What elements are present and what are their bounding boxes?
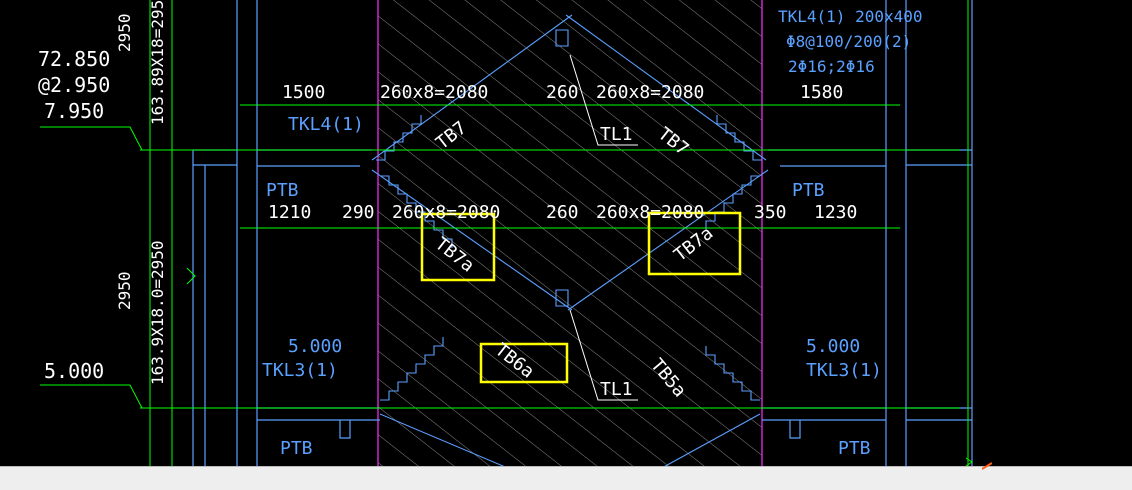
lower-dim-run-left: 260x8=2080 xyxy=(392,202,500,223)
vdim-lower-height: 2950 xyxy=(115,271,134,310)
elevation-upper-1: 72.850 xyxy=(38,47,110,71)
label-ptb-upper-left: PTB xyxy=(266,180,299,201)
elevation-upper-3: 7.950 xyxy=(44,99,104,123)
lower-dim-gap-left: 290 xyxy=(342,202,375,223)
vdim-lower-steps: 163.9X18.0=2950 xyxy=(148,241,167,386)
upper-dim-run-left: 260x8=2080 xyxy=(380,82,488,103)
label-tl1-upper: TL1 xyxy=(600,124,633,145)
lower-dim-mid: 260 xyxy=(546,202,579,223)
vdim-upper-steps: 163.89X18=2950 xyxy=(148,0,167,125)
label-ptb-upper-right: PTB xyxy=(792,180,825,201)
elevation-upper-2: @2.950 xyxy=(38,73,110,97)
upper-dim-left: 1500 xyxy=(282,82,325,103)
vdim-upper-height: 2950 xyxy=(115,13,134,52)
cursor-marker-icon xyxy=(982,462,992,470)
label-tkl3-right: TKL3(1) xyxy=(806,360,882,381)
label-slab-elev-right: 5.000 xyxy=(806,336,860,357)
label-slab-elev-left: 5.000 xyxy=(288,336,342,357)
beam-note-line1: TKL4(1) 200x400 xyxy=(778,7,923,26)
label-ptb-bottom-right: PTB xyxy=(838,438,871,459)
label-tkl4: TKL4(1) xyxy=(288,114,364,135)
label-tkl3-left: TKL3(1) xyxy=(262,360,338,381)
upper-dim-mid: 260 xyxy=(546,82,579,103)
lower-dim-left: 1210 xyxy=(268,202,311,223)
cad-drawing-canvas[interactable]: 72.850 @2.950 7.950 5.000 2950 163.89X18… xyxy=(0,0,1132,489)
upper-dim-run-right: 260x8=2080 xyxy=(596,82,704,103)
status-bar xyxy=(0,462,1132,490)
label-tl1-lower: TL1 xyxy=(600,379,633,400)
lower-dim-gap-right: 350 xyxy=(754,202,787,223)
lower-dim-run-right: 260x8=2080 xyxy=(596,202,704,223)
upper-dim-right: 1580 xyxy=(800,82,843,103)
lower-dim-right: 1230 xyxy=(814,202,857,223)
label-ptb-bottom-left: PTB xyxy=(280,438,313,459)
beam-note-line3: 2Φ16;2Φ16 xyxy=(788,57,875,76)
elevation-lower: 5.000 xyxy=(44,359,104,383)
beam-note-line2: Φ8@100/200(2) xyxy=(786,32,911,51)
